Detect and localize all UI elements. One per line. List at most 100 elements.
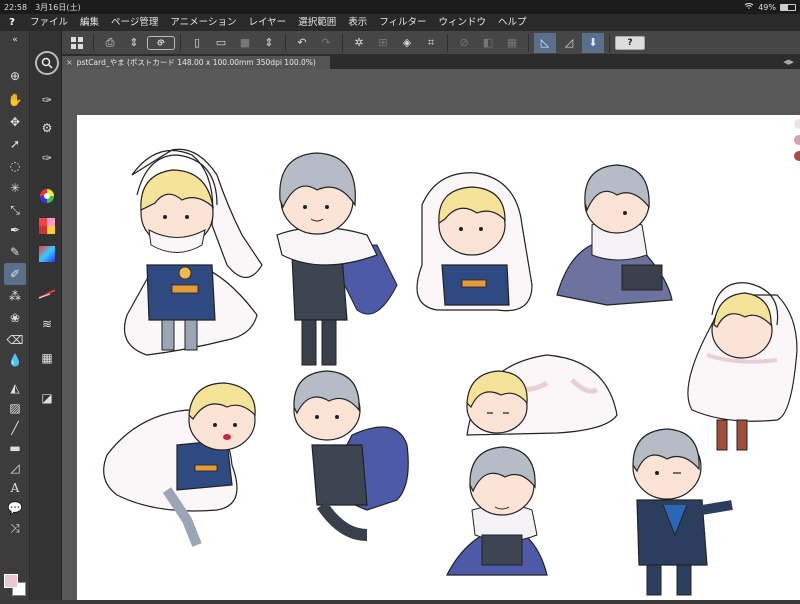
brush-icon[interactable]: ✐ [4, 263, 26, 285]
fill-icon[interactable]: ◭ [4, 377, 26, 399]
correct-line-icon[interactable]: ⤨ [4, 517, 26, 539]
balloon-icon[interactable]: 💬 [4, 497, 26, 519]
ruler-icon[interactable]: ⊘ [453, 33, 475, 53]
menu-bar: ? ファイル 編集 ページ管理 アニメーション レイヤー 選択範囲 表示 フィル… [0, 14, 800, 31]
status-time: 22:58 [4, 2, 28, 12]
battery-fill [781, 4, 788, 10]
navigator-icon[interactable]: ◪ [36, 387, 58, 409]
grid-icon[interactable] [66, 33, 88, 53]
save-icon[interactable]: ■ [234, 33, 256, 53]
figure-icon[interactable]: ╱ [4, 417, 26, 439]
search-icon[interactable] [35, 51, 59, 75]
stepper-icon[interactable]: ⇕ [258, 33, 280, 53]
chibi-blonde-flying [103, 382, 256, 547]
layer-icon[interactable]: ▦ [501, 33, 523, 53]
tool-panel: « ⊕ ✋ ✥ ➚ ◌ ✳ ⤡ ✒ ✎ ✐ ⁂ ❀ ⌫ 💧 ◭ ▨ ╱ ▬ ◿ … [0, 31, 62, 600]
frame-icon[interactable]: ▬ [4, 437, 26, 459]
gradient-icon[interactable]: ▨ [4, 397, 26, 419]
zoom-icon[interactable]: ⊕ [4, 65, 26, 87]
brush-size-icon[interactable]: ✑ [36, 147, 58, 169]
spiral-icon[interactable] [147, 35, 175, 50]
close-tab-icon[interactable]: × [66, 56, 73, 69]
pen-tip-icon[interactable]: ⬇ [582, 32, 604, 53]
document-tab[interactable]: × pstCard_やま (ポストカード 148.00 x 100.00mm 3… [62, 55, 330, 69]
chibi-blonde-full-cloak [687, 282, 798, 451]
hand-icon[interactable]: ✋ [4, 89, 26, 111]
layers-icon[interactable]: ≋ [36, 313, 58, 335]
status-bar: 22:58 3月16日(土) 49% [0, 0, 800, 14]
pencil-icon[interactable]: ✎ [4, 241, 26, 263]
canvas-paper[interactable] [77, 115, 800, 600]
history-color[interactable] [794, 151, 800, 161]
menu-filter[interactable]: フィルター [373, 14, 432, 31]
tool-column: « ⊕ ✋ ✥ ➚ ◌ ✳ ⤡ ✒ ✎ ✐ ⁂ ❀ ⌫ 💧 ◭ ▨ ╱ ▬ ◿ … [0, 31, 30, 600]
animation-icon[interactable]: ▦ [36, 347, 58, 369]
panel-collapse-icon[interactable]: « [4, 33, 26, 47]
export-icon[interactable]: ⎙ [99, 33, 121, 53]
status-date: 3月16日(土) [35, 2, 81, 12]
new-file-icon[interactable]: ▯ [186, 33, 208, 53]
chibi-blonde-hooded-sitting [416, 172, 533, 312]
menu-help[interactable]: ヘルプ [492, 14, 533, 31]
help-button[interactable]: ? [615, 35, 645, 50]
intermediate-color-icon[interactable] [36, 243, 58, 265]
ruler-tool-icon[interactable]: ◿ [4, 457, 26, 479]
toolbar-divider [447, 33, 448, 52]
canvas-workspace[interactable] [62, 69, 800, 600]
color-history-strip[interactable] [794, 119, 800, 167]
stepper-icon[interactable]: ⇕ [123, 33, 145, 53]
foreground-color-swatch[interactable] [4, 574, 18, 588]
toolbar-divider [342, 33, 343, 52]
menu-selection[interactable]: 選択範囲 [292, 14, 342, 31]
menu-file[interactable]: ファイル [24, 14, 74, 31]
magic-wand-icon[interactable]: ✳ [4, 177, 26, 199]
crop-icon[interactable]: ⌗ [420, 33, 442, 53]
color-set-icon[interactable] [36, 215, 58, 237]
menu-window[interactable]: ウィンドウ [433, 14, 493, 31]
app-logo-icon[interactable]: ? [0, 14, 24, 31]
battery-icon [780, 3, 796, 11]
history-color[interactable] [794, 135, 800, 145]
color-wheel-icon[interactable] [36, 185, 58, 207]
pen-icon[interactable]: ✒ [4, 219, 26, 241]
toolbar-divider [528, 33, 529, 52]
menu-layer[interactable]: レイヤー [242, 14, 292, 31]
menu-page-management[interactable]: ページ管理 [105, 14, 164, 31]
history-color[interactable] [794, 119, 800, 129]
chibi-grey-kneeling [446, 446, 548, 576]
chibi-grey-dark-cloak [293, 370, 409, 541]
tab-scroll-icon[interactable]: ◀▶ [783, 58, 800, 66]
move-icon[interactable]: ✥ [4, 111, 26, 133]
pen-ruler-icon[interactable]: ◿ [558, 33, 580, 53]
layer-mask-icon[interactable]: ◧ [477, 33, 499, 53]
battery-percent: 49% [758, 2, 776, 12]
object-select-icon[interactable]: ➚ [4, 133, 26, 155]
lasso-icon[interactable]: ◌ [4, 155, 26, 177]
decoration-icon[interactable]: ❀ [4, 307, 26, 329]
blend-icon[interactable]: 💧 [4, 349, 26, 371]
command-bar: ⎙ ⇕ ▯ ▭ ■ ⇕ ↶ ↷ ✲ ⊞ ◈ ⌗ ⊘ ◧ ▦ ◺ ◿ ⬇ ? [62, 31, 800, 55]
sparkle-icon[interactable]: ✲ [348, 33, 370, 53]
document-tab-bar: × pstCard_やま (ポストカード 148.00 x 100.00mm 3… [62, 55, 800, 69]
settings-icon[interactable]: ⚙ [36, 117, 58, 139]
redo-icon[interactable]: ↷ [315, 33, 337, 53]
airbrush-icon[interactable]: ⁂ [4, 285, 26, 307]
brush-stroke-icon[interactable] [36, 283, 58, 305]
chibi-grey-scarf-standing [276, 152, 398, 366]
toolbar-divider [609, 33, 610, 52]
sub-tool-column: ✑ ⚙ ✑ ≋ ▦ ◪ [31, 31, 62, 600]
open-file-icon[interactable]: ▭ [210, 33, 232, 53]
eyedropper-icon[interactable]: ⤡ [4, 199, 26, 221]
menu-animation[interactable]: アニメーション [164, 14, 242, 31]
menu-view[interactable]: 表示 [342, 14, 373, 31]
fill-bucket-icon[interactable]: ◈ [396, 33, 418, 53]
undo-icon[interactable]: ↶ [291, 33, 313, 53]
sub-pen-icon[interactable]: ✑ [36, 89, 58, 111]
text-tool-icon[interactable]: A [4, 477, 26, 499]
menu-edit[interactable]: 編集 [74, 14, 105, 31]
chibi-grey-hoodie [632, 428, 733, 596]
eraser-icon[interactable]: ⌫ [4, 329, 26, 351]
transform-icon[interactable]: ⊞ [372, 33, 394, 53]
pen-snap-icon[interactable]: ◺ [534, 32, 556, 53]
chibi-blonde-blanket-lying [466, 354, 618, 436]
